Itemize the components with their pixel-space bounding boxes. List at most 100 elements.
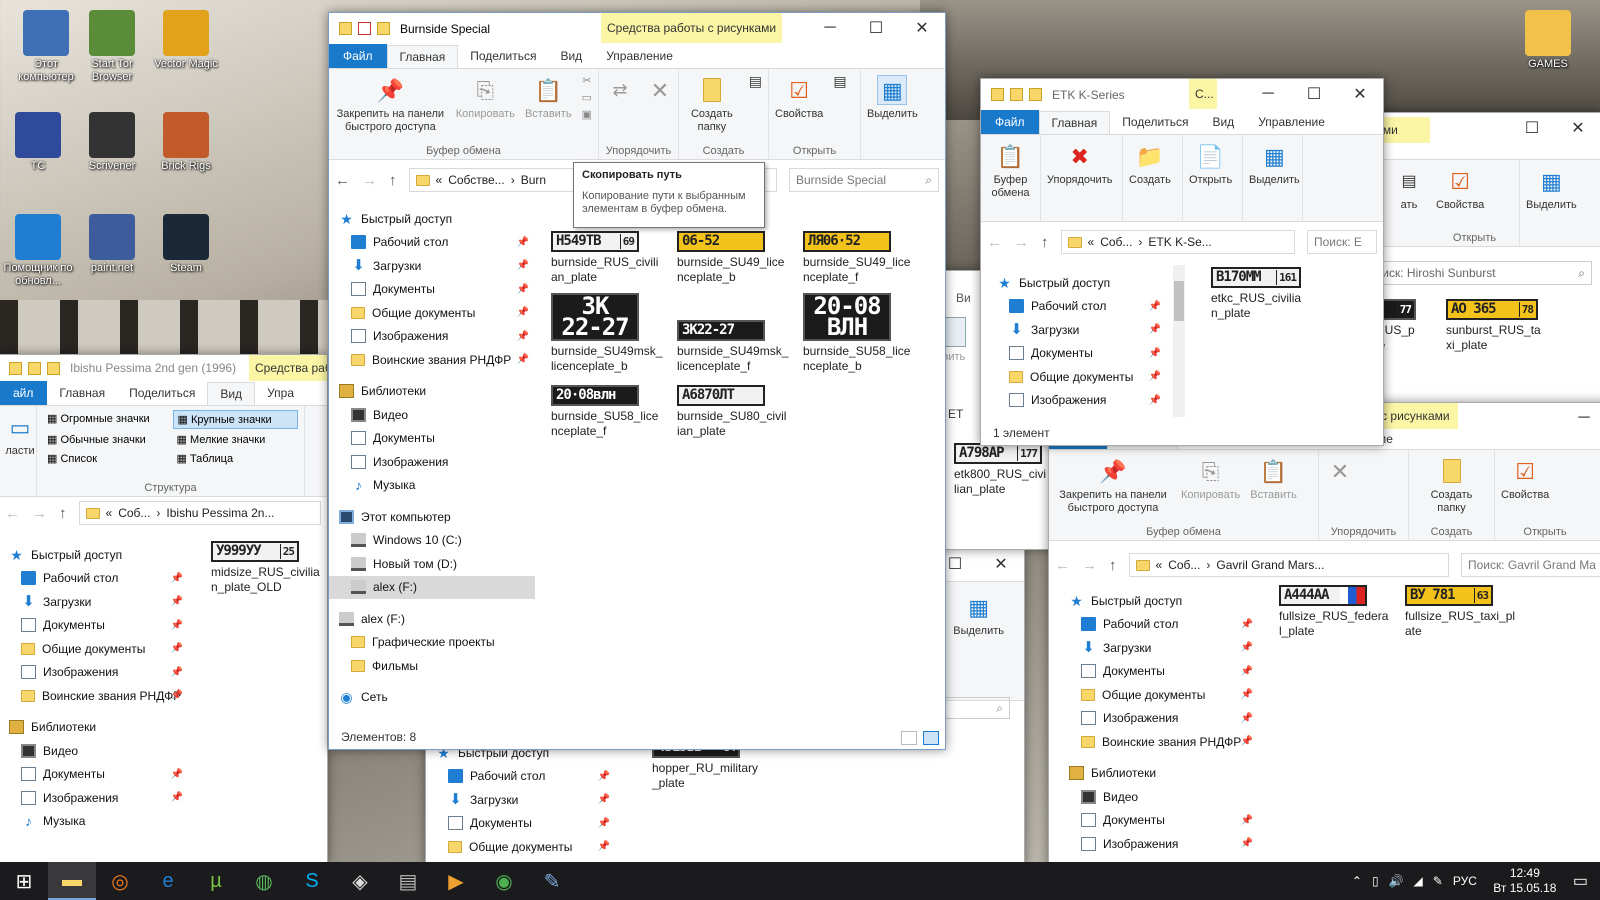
file-item[interactable]: ЗК 22-27 burnside_SU49msk_licenceplate_b <box>551 293 663 374</box>
ribbon-tab[interactable]: Главная <box>47 382 117 404</box>
nav-item[interactable]: ★ Быстрый доступ <box>1059 589 1259 613</box>
nav-item[interactable]: ⬇ Загрузки 📌 <box>987 318 1167 342</box>
clock-date[interactable]: Вт 15.05.18 <box>1487 881 1563 896</box>
ribbon-tab[interactable]: Файл <box>329 44 387 68</box>
nav-item[interactable]: Документы <box>329 427 535 451</box>
address-bar[interactable]: ← → ↑ « Соб... › Ibishu Pessima 2n... <box>0 497 327 529</box>
nav-item[interactable]: Общие документы 📌 <box>426 835 616 859</box>
nav-item[interactable]: Видео <box>1059 785 1259 809</box>
forward-arrow-icon[interactable]: → <box>1082 557 1097 574</box>
nav-item[interactable]: Библиотеки <box>0 716 189 740</box>
nav-item[interactable]: Документы 📌 <box>0 763 189 787</box>
nav-item[interactable]: Новый том (D:) <box>329 552 535 576</box>
ribbon-tab[interactable]: Упра <box>255 382 306 404</box>
file-item[interactable]: А798АР 177 etk800_RUS_civilian_plate <box>954 443 1048 497</box>
network-icon[interactable]: ◢ <box>1414 874 1423 888</box>
select-button[interactable]: Выделить <box>1526 199 1577 212</box>
navigation-pane[interactable]: ★ Быстрый доступ Рабочий стол 📌 ⬇ Загрузки 📌 До… <box>987 271 1167 417</box>
skype-icon[interactable]: S <box>288 862 336 900</box>
paste-button[interactable]: Вставить <box>1250 489 1297 502</box>
ribbon-button[interactable]: 📄 Открыть <box>1187 139 1234 189</box>
nav-item[interactable]: Изображения 📌 <box>1059 832 1259 856</box>
forward-arrow-icon[interactable]: → <box>362 172 377 189</box>
pin-quick-access-button[interactable]: Закрепить на панели быстрого доступа <box>1055 489 1171 515</box>
select-button[interactable]: Выделить <box>953 625 1004 638</box>
nav-item[interactable]: Рабочий стол 📌 <box>329 231 535 255</box>
close-icon[interactable]: ✕ <box>1337 79 1383 109</box>
ribbon-tab[interactable]: Вид <box>548 45 594 67</box>
desktop-icon[interactable]: paint.net <box>76 214 148 275</box>
nav-item[interactable]: ⬇ Загрузки 📌 <box>0 590 189 614</box>
nav-item[interactable]: Документы 📌 <box>987 342 1167 366</box>
navigation-pane[interactable]: ★ Быстрый доступ Рабочий стол 📌 ⬇ Загрузки 📌 До… <box>0 543 189 863</box>
minimize-icon[interactable]: ─ <box>807 13 853 43</box>
nav-item[interactable]: Библиотеки <box>329 380 535 404</box>
up-arrow-icon[interactable]: ↑ <box>1109 557 1117 574</box>
nav-item[interactable]: Библиотеки <box>1059 762 1259 786</box>
windows-start-icon[interactable]: ⊞ <box>0 862 48 900</box>
new-folder-button[interactable]: Создать папку <box>685 108 739 134</box>
desktop-icon[interactable]: Этот компьютер <box>10 10 82 84</box>
ribbon-button[interactable]: 📋 Буфер обмена <box>985 139 1036 202</box>
nav-item[interactable]: ♪ Музыка <box>329 474 535 498</box>
close-icon[interactable]: ✕ <box>978 549 1024 579</box>
ribbon-tab[interactable]: Управление <box>1246 111 1337 133</box>
up-arrow-icon[interactable]: ↑ <box>1041 234 1049 251</box>
close-icon[interactable]: ✕ <box>1555 113 1600 143</box>
paste-button[interactable]: Вставить <box>525 108 572 121</box>
nav-item[interactable]: ◉ Сеть <box>329 686 535 710</box>
desktop-icon[interactable]: Start Tor Browser <box>76 10 148 84</box>
search-input[interactable]: Поиск: Hiroshi Sunburst <box>1367 266 1496 280</box>
layout-option[interactable]: ▦ Список <box>43 450 169 467</box>
search-input[interactable]: Burnside Special <box>796 173 886 187</box>
nav-item[interactable]: ⬇ Загрузки 📌 <box>426 788 616 812</box>
cut-icon[interactable]: ✂ <box>582 75 591 88</box>
up-arrow-icon[interactable]: ↑ <box>59 505 67 522</box>
desktop-icon[interactable]: Помощник по обновл... <box>2 214 74 288</box>
edge-icon[interactable]: e <box>144 862 192 900</box>
utorrent-icon[interactable]: µ <box>192 862 240 900</box>
breadcrumb[interactable]: Ibishu Pessima 2n... <box>166 506 274 520</box>
ribbon-tab[interactable]: Поделиться <box>458 45 548 67</box>
nav-item[interactable]: Изображения 📌 <box>329 325 535 349</box>
file-item[interactable]: АО 365 78 sunburst_RUS_taxi_plate <box>1446 299 1546 353</box>
globe-icon[interactable]: ◍ <box>240 862 288 900</box>
file-item[interactable]: А444АА fullsize_RUS_federal_plate <box>1279 585 1391 639</box>
copy-path-icon[interactable]: ▭ <box>582 92 592 105</box>
notifications-icon[interactable]: ▭ <box>1573 871 1588 891</box>
paintnet-icon[interactable]: ✎ <box>528 862 576 900</box>
nav-item[interactable]: Документы 📌 <box>1059 660 1259 684</box>
pin-quick-access-button[interactable]: Закрепить на панели быстрого доступа <box>335 108 446 134</box>
nav-item[interactable]: ⬇ Загрузки 📌 <box>1059 636 1259 660</box>
file-item[interactable]: 20·08влн burnside_SU58_licenceplate_f <box>551 385 663 439</box>
explorer-window-etk-kseries[interactable]: ETK K-Series С... ─ ☐ ✕ Файл Главная Поделит… <box>980 78 1384 446</box>
ribbon-tab[interactable]: айл <box>0 381 48 405</box>
file-item[interactable]: ЛЯ06·52 burnside_SU49_licenceplate_f <box>803 231 915 285</box>
explorer-icon[interactable]: ▬ <box>48 862 96 900</box>
large-icons-view-icon[interactable] <box>923 731 939 745</box>
media-player-icon[interactable]: ▶ <box>432 862 480 900</box>
maximize-icon[interactable]: ☐ <box>853 13 899 43</box>
properties-button[interactable]: Свойства <box>1436 199 1484 212</box>
nav-item[interactable]: ★ Быстрый доступ <box>987 271 1167 295</box>
file-item[interactable]: ЗК22-27 burnside_SU49msk_licenceplate_f <box>677 293 789 374</box>
new-folder-button[interactable]: Создать папку <box>1415 489 1488 515</box>
search-input[interactable]: Поиск: E <box>1314 235 1362 249</box>
nav-item[interactable]: ⬇ Загрузки 📌 <box>329 254 535 278</box>
forward-arrow-icon[interactable]: → <box>1014 234 1029 251</box>
close-icon[interactable]: ✕ <box>899 13 945 43</box>
scrollbar[interactable] <box>1173 265 1185 417</box>
language-indicator[interactable]: РУС <box>1453 874 1477 888</box>
minimize-icon[interactable]: ─ <box>1561 403 1600 433</box>
ribbon-tab[interactable]: Поделиться <box>117 382 207 404</box>
file-item[interactable]: 20-08 ВЛН burnside_SU58_licenceplate_b <box>803 293 915 374</box>
layout-option[interactable]: ▦ Обычные значки <box>43 431 169 448</box>
nav-item[interactable]: Рабочий стол 📌 <box>987 295 1167 319</box>
nav-item[interactable]: Рабочий стол 📌 <box>0 567 189 591</box>
volume-icon[interactable]: 🔊 <box>1389 874 1404 888</box>
nav-item[interactable]: Этот компьютер <box>329 505 535 529</box>
pen-icon[interactable]: ✎ <box>1433 874 1443 888</box>
properties-button[interactable]: Свойства <box>1501 489 1549 502</box>
desktop-icon[interactable]: Steam <box>150 214 222 275</box>
ribbon-button[interactable]: ▦ Выделить <box>1247 139 1302 189</box>
